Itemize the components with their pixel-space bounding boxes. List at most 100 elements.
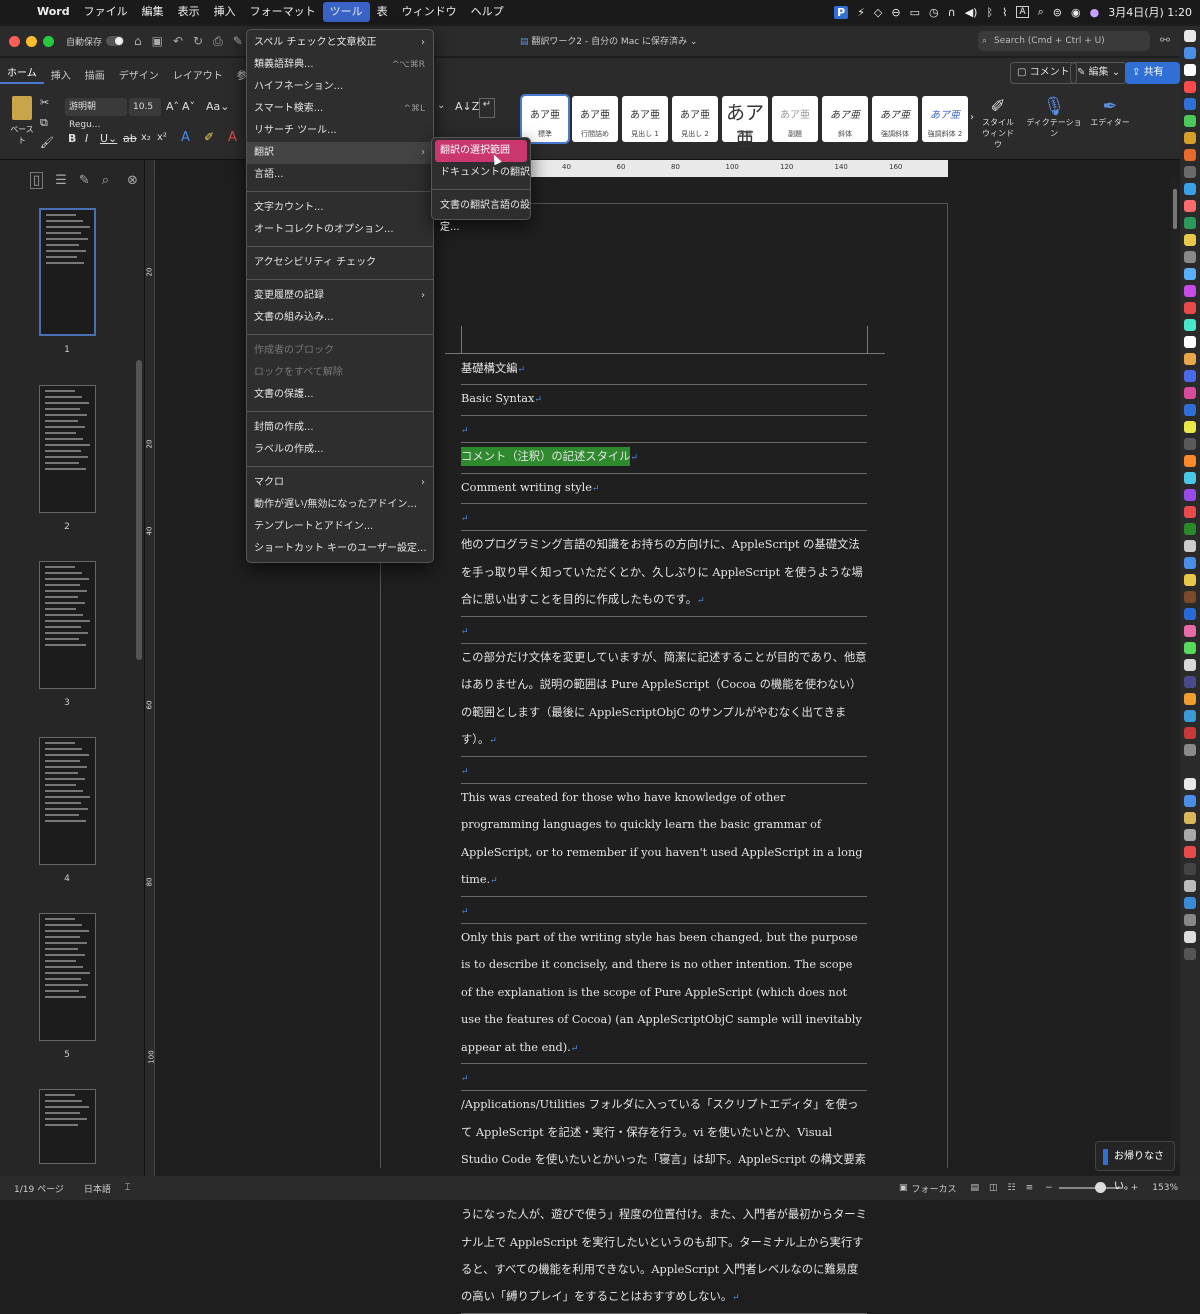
nav-pane-scrollbar[interactable]	[136, 360, 142, 660]
app-strip-icon[interactable]	[1184, 948, 1196, 960]
zoom-slider-knob[interactable]	[1094, 1182, 1106, 1193]
tab-design[interactable]: デザイン	[112, 67, 166, 82]
display-icon[interactable]: ▭	[910, 6, 920, 19]
app-strip-icon[interactable]	[1184, 404, 1196, 416]
text-effects-icon[interactable]: A	[181, 130, 190, 145]
app-strip-icon[interactable]	[1184, 863, 1196, 875]
tracking-icon[interactable]: ✎	[79, 173, 90, 188]
document-title[interactable]: ▤ 翻訳ワーク2 - 自分の Mac に保存済み ⌄	[520, 34, 697, 47]
copy-icon[interactable]: ⧉	[40, 116, 48, 130]
draft-view-icon[interactable]: ≡	[1026, 1183, 1034, 1193]
tools-menu-item[interactable]: 文書の保護...	[247, 384, 433, 406]
outline-icon[interactable]: ☰	[55, 173, 67, 188]
clock-icon[interactable]: ◷	[929, 6, 939, 19]
tools-menu-item[interactable]: 類義語辞典... ^⌥⌘R	[247, 54, 433, 76]
ribbon-chevron-icon[interactable]: ⌄	[437, 100, 445, 111]
app-strip-icon[interactable]	[1184, 132, 1196, 144]
styles-more-icon[interactable]: ›	[970, 112, 974, 123]
tools-menu-item[interactable]: テンプレートとアドイン...	[247, 516, 433, 538]
app-strip-icon[interactable]	[1184, 761, 1196, 773]
web-layout-icon[interactable]: ◫	[989, 1183, 998, 1193]
style-heading-1[interactable]: あア亜 見出し 1	[622, 96, 668, 142]
circle-icon[interactable]: ⊖	[891, 6, 900, 19]
app-strip-icon[interactable]	[1184, 676, 1196, 688]
tools-menu-item[interactable]: 文書の組み込み...	[247, 307, 433, 329]
app-strip-icon[interactable]	[1184, 455, 1196, 467]
focus-button[interactable]: フォーカス	[912, 1182, 957, 1195]
page-thumbnail[interactable]	[39, 561, 96, 689]
document-paragraph[interactable]: ↵	[461, 757, 867, 785]
page-thumbnail[interactable]	[39, 913, 96, 1041]
close-pane-icon[interactable]: ⊗	[127, 173, 138, 188]
document-paragraph[interactable]: ↵	[461, 897, 867, 925]
translate-submenu-item[interactable]: 文書の翻訳言語の設定...	[432, 195, 530, 233]
app-strip-icon[interactable]	[1184, 183, 1196, 195]
customize-icon[interactable]: ✎	[233, 34, 243, 49]
editor-button[interactable]: ✒ エディター	[1090, 96, 1130, 128]
app-strip-icon[interactable]	[1184, 81, 1196, 93]
app-strip-icon[interactable]	[1184, 540, 1196, 552]
menu-help[interactable]: ヘルプ	[464, 0, 511, 24]
style-window-button[interactable]: ✐ スタイル ウィンドウ	[980, 96, 1016, 150]
paste-button[interactable]: ペースト	[8, 96, 36, 146]
track-changes-icon[interactable]: ⌶	[125, 1183, 130, 1193]
page-count[interactable]: 1/19 ページ	[14, 1182, 64, 1195]
app-strip-icon[interactable]	[1184, 506, 1196, 518]
document-paragraph[interactable]: This was created for those who have know…	[461, 784, 867, 897]
app-strip-icon[interactable]	[1184, 285, 1196, 297]
style-no-spacing[interactable]: あア亜 行間詰め	[572, 96, 618, 142]
page-thumbnail[interactable]	[39, 385, 96, 513]
outline-view-icon[interactable]: ☷	[1008, 1183, 1016, 1193]
edit-mode-button[interactable]: ✎ 編集 ⌄	[1070, 62, 1128, 84]
thumbnails-icon[interactable]: ▯	[30, 171, 44, 189]
app-strip-icon[interactable]	[1184, 353, 1196, 365]
tools-menu-item[interactable]: ラベルの作成...	[247, 439, 433, 461]
app-strip-icon[interactable]	[1184, 47, 1196, 59]
translate-submenu-item[interactable]: ドキュメントの翻訳	[432, 162, 530, 184]
zoom-level[interactable]: 153%	[1152, 1183, 1178, 1193]
control-center-icon[interactable]: ⊜	[1053, 6, 1062, 19]
format-painter-icon[interactable]: 🖌	[40, 136, 54, 149]
app-strip-icon[interactable]	[1184, 302, 1196, 314]
italic-icon[interactable]: I	[85, 132, 88, 145]
focus-icon[interactable]: ▣	[899, 1183, 908, 1193]
app-strip-icon[interactable]	[1184, 200, 1196, 212]
share-button[interactable]: ⇪ 共有 ⌄	[1125, 62, 1180, 98]
bluetooth-icon[interactable]: ᛒ	[986, 6, 993, 19]
document-paragraph[interactable]: ↵	[461, 1064, 867, 1092]
dropbox-icon[interactable]: ◇	[874, 6, 882, 19]
show-marks-icon[interactable]: ↵	[479, 98, 495, 118]
volume-icon[interactable]: ◀)	[965, 6, 978, 19]
menu-edit[interactable]: 編集	[135, 0, 171, 24]
app-strip-icon[interactable]	[1184, 608, 1196, 620]
app-strip-icon[interactable]	[1184, 438, 1196, 450]
style-intense-emphasis[interactable]: あア亜 強調斜体	[872, 96, 918, 142]
subscript-icon[interactable]: x₂	[141, 132, 151, 143]
search-field[interactable]: ⌕ Search (Cmd + Ctrl + U)	[978, 31, 1150, 51]
siri-icon[interactable]: ●	[1090, 6, 1100, 19]
page-thumbnail[interactable]	[39, 737, 96, 865]
app-strip-icon[interactable]	[1184, 914, 1196, 926]
app-strip-icon[interactable]	[1184, 387, 1196, 399]
tools-menu-item[interactable]: 文字カウント...	[247, 197, 433, 219]
undo-icon[interactable]: ↶	[173, 34, 183, 49]
style-subtitle[interactable]: あア亜 副題	[772, 96, 818, 142]
app-strip-icon[interactable]	[1184, 744, 1196, 756]
app-strip-icon[interactable]	[1184, 880, 1196, 892]
redo-icon[interactable]: ↻	[193, 34, 203, 49]
welcome-toast[interactable]: お帰りなさい。	[1095, 1141, 1175, 1192]
menu-app[interactable]: Word	[30, 0, 77, 24]
dictation-button[interactable]: 🎙 ディクテーション	[1025, 96, 1083, 139]
app-strip-icon[interactable]	[1184, 727, 1196, 739]
tab-insert[interactable]: 挿入	[44, 67, 78, 82]
status-p-icon[interactable]: P	[834, 5, 849, 19]
app-strip-icon[interactable]	[1184, 659, 1196, 671]
underline-icon[interactable]: U⌄	[100, 132, 117, 145]
close-window-button[interactable]	[9, 35, 20, 47]
tools-menu-item[interactable]: 動作が遅い/無効になったアドイン...	[247, 494, 433, 516]
app-strip-icon[interactable]	[1184, 149, 1196, 161]
tools-menu-item[interactable]: スマート検索... ^⌘L	[247, 98, 433, 120]
app-strip-icon[interactable]	[1184, 693, 1196, 705]
document-body[interactable]: 基礎構文編↵ Basic Syntax↵ ↵ コメント（注釈）の記述スタイル↵ Comm…	[461, 355, 867, 1314]
tools-menu-item[interactable]: 言語...	[247, 164, 433, 186]
